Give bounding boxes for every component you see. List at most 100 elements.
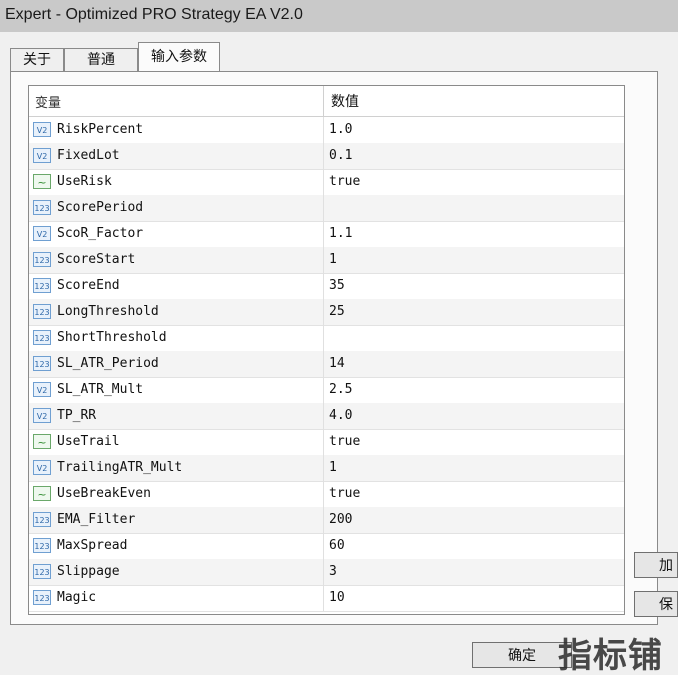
table-row[interactable]: 123 Slippage 3	[29, 559, 624, 586]
table-row[interactable]: V2 TP_RR 4.0	[29, 403, 624, 430]
param-value[interactable]: 14	[329, 356, 345, 371]
param-name: Slippage	[57, 564, 120, 579]
int-type-icon: 123	[33, 564, 51, 579]
table-row[interactable]: 123 ScorePeriod	[29, 195, 624, 222]
param-name: TrailingATR_Mult	[57, 460, 183, 475]
column-divider	[323, 533, 324, 559]
table-row[interactable]: 123 SL_ATR_Period 14	[29, 351, 624, 378]
table-row[interactable]: V2 FixedLot 0.1	[29, 143, 624, 170]
table-row[interactable]: 123 EMA_Filter 200	[29, 507, 624, 534]
table-row[interactable]: 123 ScoreEnd 35	[29, 273, 624, 300]
double-type-icon: V2	[33, 148, 51, 163]
param-value[interactable]: 4.0	[329, 408, 352, 423]
param-value[interactable]: true	[329, 174, 360, 189]
table-header: 变量 数值	[29, 86, 624, 117]
column-divider	[323, 169, 324, 195]
param-value[interactable]: 25	[329, 304, 345, 319]
param-value[interactable]: 200	[329, 512, 352, 527]
ok-button[interactable]: 确定	[472, 642, 572, 668]
param-name: SL_ATR_Mult	[57, 382, 144, 397]
column-divider	[323, 351, 324, 377]
param-name: SL_ATR_Period	[57, 356, 159, 371]
bool-type-icon: ~	[33, 174, 51, 189]
column-divider	[323, 455, 324, 481]
param-value[interactable]: 1	[329, 252, 337, 267]
param-value[interactable]: true	[329, 434, 360, 449]
table-row[interactable]: 123 Magic 10	[29, 585, 624, 612]
table-row[interactable]: ~ UseRisk true	[29, 169, 624, 196]
tab-about[interactable]: 关于	[10, 48, 64, 72]
table-row[interactable]: 123 MaxSpread 60	[29, 533, 624, 560]
table-row[interactable]: 123 ScoreStart 1	[29, 247, 624, 274]
table-row[interactable]: V2 RiskPercent 1.0	[29, 117, 624, 144]
column-divider	[323, 325, 324, 351]
column-divider	[323, 377, 324, 403]
double-type-icon: V2	[33, 226, 51, 241]
param-value[interactable]: 0.1	[329, 148, 352, 163]
param-value[interactable]: 35	[329, 278, 345, 293]
column-divider	[323, 247, 324, 273]
param-name: UseBreakEven	[57, 486, 151, 501]
tab-common[interactable]: 普通	[64, 48, 138, 72]
table-row[interactable]: 123 ShortThreshold	[29, 325, 624, 352]
param-value[interactable]: 60	[329, 538, 345, 553]
column-divider	[323, 143, 324, 169]
param-name: ScoR_Factor	[57, 226, 144, 241]
table-row[interactable]: ~ UseBreakEven true	[29, 481, 624, 508]
int-type-icon: 123	[33, 200, 51, 215]
param-value[interactable]: 1.0	[329, 122, 352, 137]
int-type-icon: 123	[33, 538, 51, 553]
bool-type-icon: ~	[33, 486, 51, 501]
param-name: MaxSpread	[57, 538, 128, 553]
param-name: ScoreEnd	[57, 278, 120, 293]
param-value[interactable]: 1.1	[329, 226, 352, 241]
column-divider	[323, 117, 324, 143]
column-divider	[323, 221, 324, 247]
param-name: TP_RR	[57, 408, 97, 423]
tab-inputs[interactable]: 输入参数	[138, 42, 220, 73]
expert-properties-dialog: Expert - Optimized PRO Strategy EA V2.0 …	[0, 0, 678, 676]
column-divider	[323, 481, 324, 507]
title-bar[interactable]: Expert - Optimized PRO Strategy EA V2.0	[0, 0, 678, 32]
param-value[interactable]: 3	[329, 564, 337, 579]
column-divider	[323, 507, 324, 533]
double-type-icon: V2	[33, 122, 51, 137]
int-type-icon: 123	[33, 590, 51, 605]
column-divider	[323, 585, 324, 611]
int-type-icon: 123	[33, 304, 51, 319]
table-row[interactable]: V2 TrailingATR_Mult 1	[29, 455, 624, 482]
param-name: UseRisk	[57, 174, 112, 189]
save-button[interactable]: 保	[634, 591, 678, 617]
param-value[interactable]: true	[329, 486, 360, 501]
column-divider	[323, 429, 324, 455]
int-type-icon: 123	[33, 356, 51, 371]
column-header-value[interactable]: 数值	[331, 91, 359, 111]
table-row[interactable]: ~ UseTrail true	[29, 429, 624, 456]
param-name: RiskPercent	[57, 122, 144, 137]
column-divider	[323, 273, 324, 299]
param-name: UseTrail	[57, 434, 120, 449]
table-row[interactable]: V2 SL_ATR_Mult 2.5	[29, 377, 624, 404]
double-type-icon: V2	[33, 408, 51, 423]
double-type-icon: V2	[33, 460, 51, 475]
load-button[interactable]: 加	[634, 552, 678, 578]
int-type-icon: 123	[33, 252, 51, 267]
param-name: ScorePeriod	[57, 200, 144, 215]
column-divider	[323, 403, 324, 429]
column-header-name[interactable]: 变量	[35, 92, 61, 111]
param-name: FixedLot	[57, 148, 120, 163]
param-name: ScoreStart	[57, 252, 136, 267]
column-divider[interactable]	[323, 86, 324, 116]
param-name: ShortThreshold	[57, 330, 167, 345]
param-value[interactable]: 1	[329, 460, 337, 475]
table-row[interactable]: V2 ScoR_Factor 1.1	[29, 221, 624, 248]
param-name: LongThreshold	[57, 304, 159, 319]
table-row[interactable]: 123 LongThreshold 25	[29, 299, 624, 326]
param-name: Magic	[57, 590, 97, 605]
column-divider	[323, 559, 324, 585]
int-type-icon: 123	[33, 330, 51, 345]
param-value[interactable]: 2.5	[329, 382, 352, 397]
param-value[interactable]: 10	[329, 590, 345, 605]
inputs-table: 变量 数值 V2 RiskPercent 1.0 V2 FixedLot 0.1 ~ UseR…	[28, 85, 625, 615]
watermark-logo: 指标铺	[558, 636, 663, 676]
